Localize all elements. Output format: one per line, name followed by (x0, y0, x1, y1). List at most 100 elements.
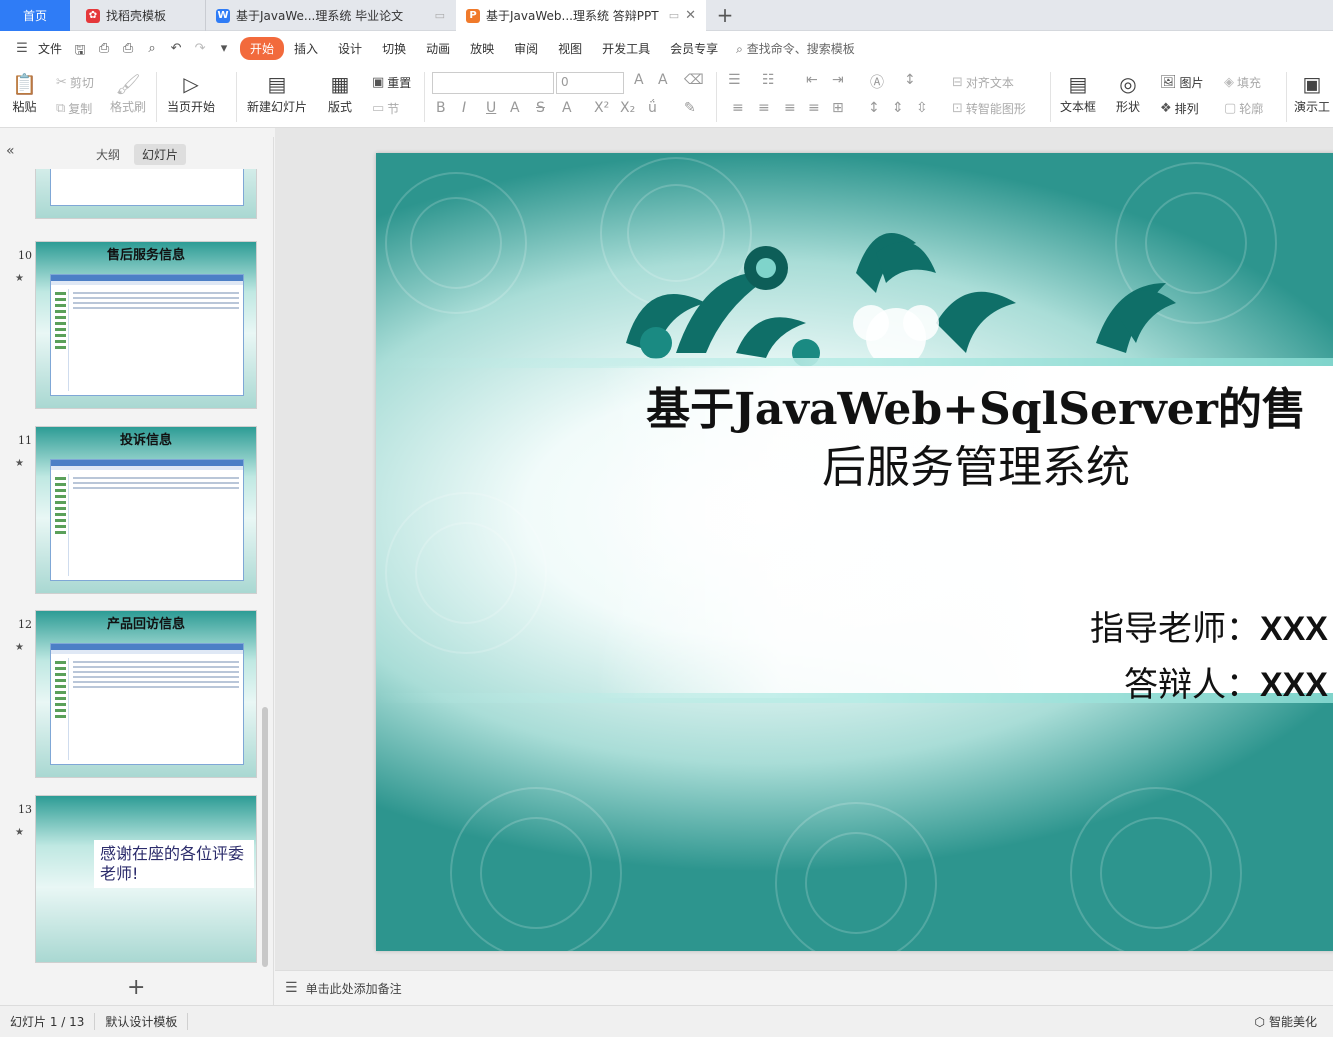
slide-thumbnail-10[interactable]: 售后服务信息 (35, 241, 257, 409)
slide-thumbnail-12[interactable]: 产品回访信息 (35, 610, 257, 778)
format-painter-button[interactable]: 🖌 格式刷 (110, 70, 146, 115)
presentation-tools-button[interactable]: ▣ 演示工 (1294, 70, 1330, 115)
slide-number: 12 (18, 618, 32, 631)
new-tab-button[interactable]: + (714, 3, 736, 27)
sort-icon[interactable]: ↕ (904, 72, 916, 88)
save-icon[interactable]: 🖫 (72, 41, 88, 58)
hamburger-icon[interactable]: ☰ (14, 41, 30, 57)
undo-icon[interactable]: ↶ (168, 41, 184, 57)
bullet-list-icon[interactable]: ☰ (728, 72, 741, 88)
arrange-button[interactable]: ❖ 排列 (1160, 100, 1199, 117)
slide-thumbnail-13[interactable]: 感谢在座的各位评委老师! (35, 795, 257, 963)
panel-scrollbar[interactable] (262, 707, 268, 967)
preview-icon[interactable]: ⌕ (144, 41, 160, 57)
menu-member[interactable]: 会员专享 (660, 40, 728, 57)
shape-button[interactable]: ◎ 形状 (1116, 70, 1140, 115)
distribute-icon[interactable]: ⊞ (832, 100, 844, 116)
column-spacing-icon[interactable]: ⇳ (916, 100, 928, 116)
outline-icon: ▢ (1224, 101, 1237, 116)
text-effect-icon[interactable]: A (510, 100, 520, 116)
tab-docer-templates[interactable]: ✿ 找稻壳模板 (76, 0, 201, 31)
section-button[interactable]: ▭ 节 (372, 100, 399, 117)
font-size-select[interactable]: 0 (556, 72, 624, 94)
cut-button[interactable]: ✂ 剪切 (56, 74, 94, 91)
menu-home[interactable]: 开始 (240, 37, 285, 60)
tab-label: 找稻壳模板 (106, 9, 167, 23)
title-line-1: 基于JavaWeb+SqlServer的售 (646, 384, 1306, 435)
text-direction-icon[interactable]: Ⓐ (870, 72, 884, 92)
align-text-button[interactable]: ⊟ 对齐文本 (952, 74, 1014, 91)
tab-home[interactable]: 首页 (0, 0, 70, 31)
menu-developer[interactable]: 开发工具 (592, 40, 660, 57)
textbox-button[interactable]: ▤ 文本框 (1060, 70, 1096, 115)
copy-button[interactable]: ⧉ 复制 (56, 100, 92, 117)
add-slide-button[interactable]: + (127, 975, 145, 1000)
menu-file[interactable]: 文件 (38, 40, 72, 57)
defender-line[interactable]: 答辩人：XXX (1124, 657, 1328, 706)
play-from-current-button[interactable]: ▷ 当页开始 (167, 70, 215, 115)
phonetic-icon[interactable]: ǘ (648, 100, 657, 116)
align-left-icon[interactable]: ≡ (732, 100, 744, 116)
export-icon[interactable]: ⎙ (96, 41, 112, 57)
menu-bar: ☰ 文件 🖫 ⎙ ⎙ ⌕ ↶ ↷ ▾ 开始 插入 设计 切换 动画 放映 审阅 … (0, 31, 1333, 66)
print-icon[interactable]: ⎙ (120, 41, 136, 57)
animation-star-icon: ★ (15, 273, 24, 284)
new-slide-icon: ▤ (267, 72, 287, 96)
superscript-icon[interactable]: X² (594, 100, 609, 116)
menu-animation[interactable]: 动画 (416, 40, 460, 57)
collapse-panel-icon[interactable]: « (6, 143, 15, 159)
advisor-line[interactable]: 指导老师：XXX (1090, 601, 1328, 650)
increase-font-icon[interactable]: A (634, 72, 644, 88)
indent-icon[interactable]: ⇥ (832, 72, 844, 88)
picture-button[interactable]: 🖼 图片 (1160, 74, 1204, 91)
fill-button[interactable]: ◈ 填充 (1224, 74, 1261, 91)
reset-button[interactable]: ▣ 重置 (372, 74, 411, 91)
font-family-select[interactable] (432, 72, 554, 94)
command-search[interactable]: ⌕ 查找命令、搜索模板 (736, 40, 855, 57)
line-spacing-icon[interactable]: ↕ (868, 100, 880, 116)
menu-review[interactable]: 审阅 (504, 40, 548, 57)
slide-title[interactable]: 基于JavaWeb+SqlServer的售 后服务管理系统 (646, 381, 1306, 497)
menu-transition[interactable]: 切换 (372, 40, 416, 57)
bold-icon[interactable]: B (436, 100, 446, 116)
brush-icon: 🖌 (115, 72, 141, 96)
new-slide-button[interactable]: ▤ 新建幻灯片 (247, 70, 307, 115)
menu-slideshow[interactable]: 放映 (460, 40, 504, 57)
strikethrough-icon[interactable]: S (536, 100, 545, 116)
dropdown-icon[interactable]: ▾ (216, 41, 232, 57)
para-spacing-icon[interactable]: ⇕ (892, 100, 904, 116)
tab-thesis-doc[interactable]: W 基于JavaWe...理系统 毕业论文 ▭ (205, 0, 455, 31)
menu-insert[interactable]: 插入 (284, 40, 328, 57)
outdent-icon[interactable]: ⇤ (806, 72, 818, 88)
menu-design[interactable]: 设计 (328, 40, 372, 57)
subscript-icon[interactable]: X₂ (620, 100, 635, 116)
align-right-icon[interactable]: ≡ (784, 100, 796, 116)
decrease-font-icon[interactable]: A (658, 72, 668, 88)
slide-thumbnail-9[interactable] (35, 169, 257, 219)
smartart-button[interactable]: ⊡ 转智能图形 (952, 100, 1026, 117)
tab-slides[interactable]: 幻灯片 (134, 144, 187, 165)
smart-beautify-button[interactable]: ⬡ 智能美化 (1255, 1013, 1333, 1030)
font-color-icon[interactable]: A (562, 100, 572, 116)
numbered-list-icon[interactable]: ☷ (762, 72, 775, 88)
menu-view[interactable]: 视图 (548, 40, 592, 57)
notes-pane[interactable]: ☰ 单击此处添加备注 (275, 970, 1333, 1005)
design-template-label[interactable]: 默认设计模板 (95, 1013, 189, 1030)
slide-thumbnail-11[interactable]: 投诉信息 (35, 426, 257, 594)
clear-format-icon[interactable]: ⌫ (684, 72, 704, 88)
current-slide[interactable]: 基于JavaWeb+SqlServer的售 后服务管理系统 指导老师：XXX 答… (376, 153, 1333, 951)
italic-icon[interactable]: I (462, 100, 466, 116)
underline-icon[interactable]: U (486, 100, 496, 116)
layout-button[interactable]: ▦ 版式 (328, 70, 352, 115)
redo-icon[interactable]: ↷ (192, 41, 208, 57)
justify-icon[interactable]: ≡ (808, 100, 820, 116)
align-center-icon[interactable]: ≡ (758, 100, 770, 116)
paste-button[interactable]: 📋 粘贴 (12, 70, 37, 115)
highlight-icon[interactable]: ✎ (684, 100, 696, 116)
outline-button[interactable]: ▢ 轮廓 (1224, 100, 1263, 117)
tab-defense-ppt[interactable]: P 基于JavaWeb...理系统 答辩PPT ▭ ✕ (456, 0, 706, 31)
animation-star-icon: ★ (15, 458, 24, 469)
tab-outline[interactable]: 大纲 (88, 144, 128, 165)
title-line-2: 后服务管理系统 (822, 442, 1130, 493)
close-tab-icon[interactable]: ✕ (685, 8, 696, 23)
